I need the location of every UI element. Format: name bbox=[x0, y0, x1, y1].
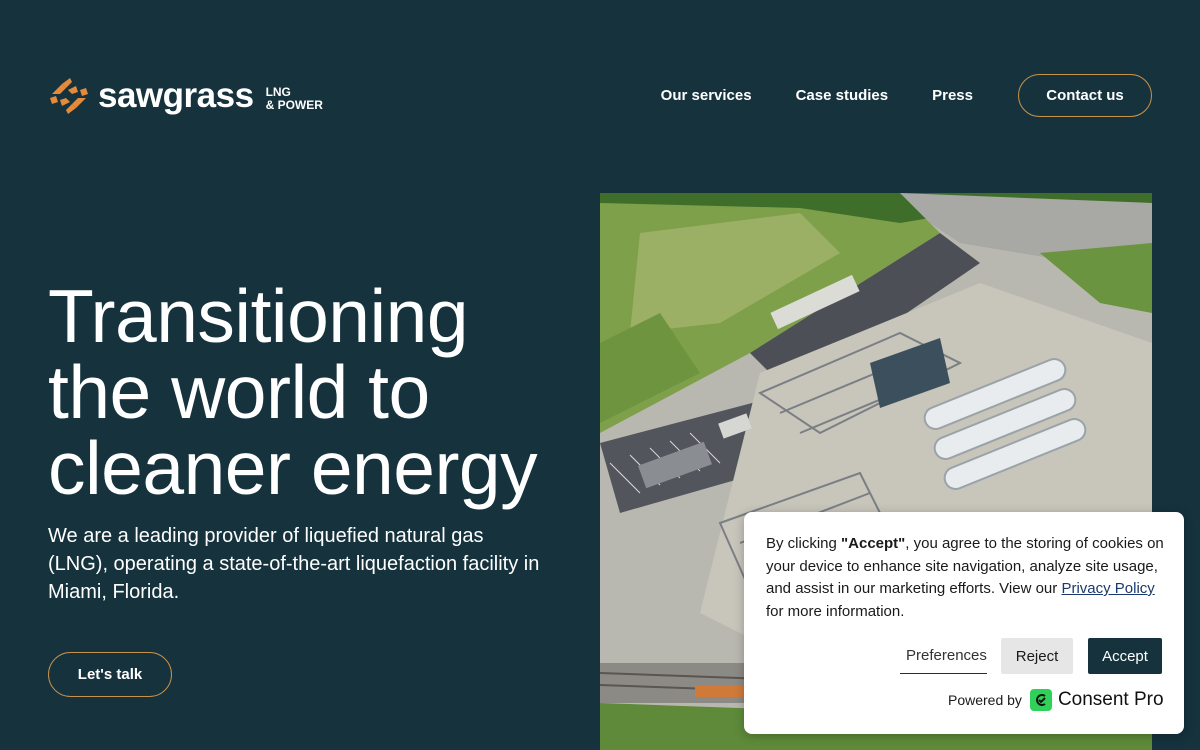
powered-by: Powered by Consent Pro bbox=[948, 689, 1164, 711]
consent-check-icon bbox=[1035, 694, 1046, 706]
powered-by-label: Powered by bbox=[948, 692, 1022, 708]
sawgrass-logo-icon bbox=[50, 78, 88, 114]
cookie-text-accept: "Accept" bbox=[841, 535, 906, 552]
cookie-preferences-button[interactable]: Preferences bbox=[900, 638, 987, 674]
hero-description: We are a leading provider of liquefied n… bbox=[48, 525, 540, 603]
brand-name: sawgrass bbox=[98, 76, 254, 115]
nav-press[interactable]: Press bbox=[932, 87, 973, 104]
cookie-accept-button[interactable]: Accept bbox=[1088, 638, 1162, 674]
hero-title-line-2: the world to bbox=[48, 350, 430, 434]
cookie-consent-banner: By clicking "Accept", you agree to the s… bbox=[744, 512, 1184, 734]
hero-title-line-1: Transitioning bbox=[48, 274, 469, 358]
cookie-reject-button[interactable]: Reject bbox=[1001, 638, 1073, 674]
hero-title-line-3: cleaner energy bbox=[48, 426, 538, 510]
consent-pro-logo-icon bbox=[1029, 689, 1052, 711]
cookie-text-before: By clicking bbox=[766, 535, 842, 552]
cookie-message: By clicking "Accept", you agree to the s… bbox=[766, 533, 1166, 623]
brand-logo[interactable]: sawgrass LNG & POWER bbox=[48, 76, 323, 116]
privacy-policy-link[interactable]: Privacy Policy bbox=[1061, 580, 1154, 597]
contact-us-button[interactable]: Contact us bbox=[1018, 74, 1152, 117]
brand-tagline: LNG & POWER bbox=[266, 86, 323, 112]
hero-title: Transitioning the world to cleaner energ… bbox=[48, 278, 588, 506]
brand-tag-line-2: & POWER bbox=[265, 98, 323, 112]
nav-case-studies[interactable]: Case studies bbox=[796, 87, 889, 104]
main-nav: Our services Case studies Press Contact … bbox=[661, 74, 1152, 117]
lets-talk-button[interactable]: Let's talk bbox=[48, 652, 172, 697]
cookie-text-after: for more information. bbox=[766, 602, 905, 620]
consent-pro-name[interactable]: Consent Pro bbox=[1058, 689, 1164, 711]
nav-our-services[interactable]: Our services bbox=[661, 87, 752, 104]
